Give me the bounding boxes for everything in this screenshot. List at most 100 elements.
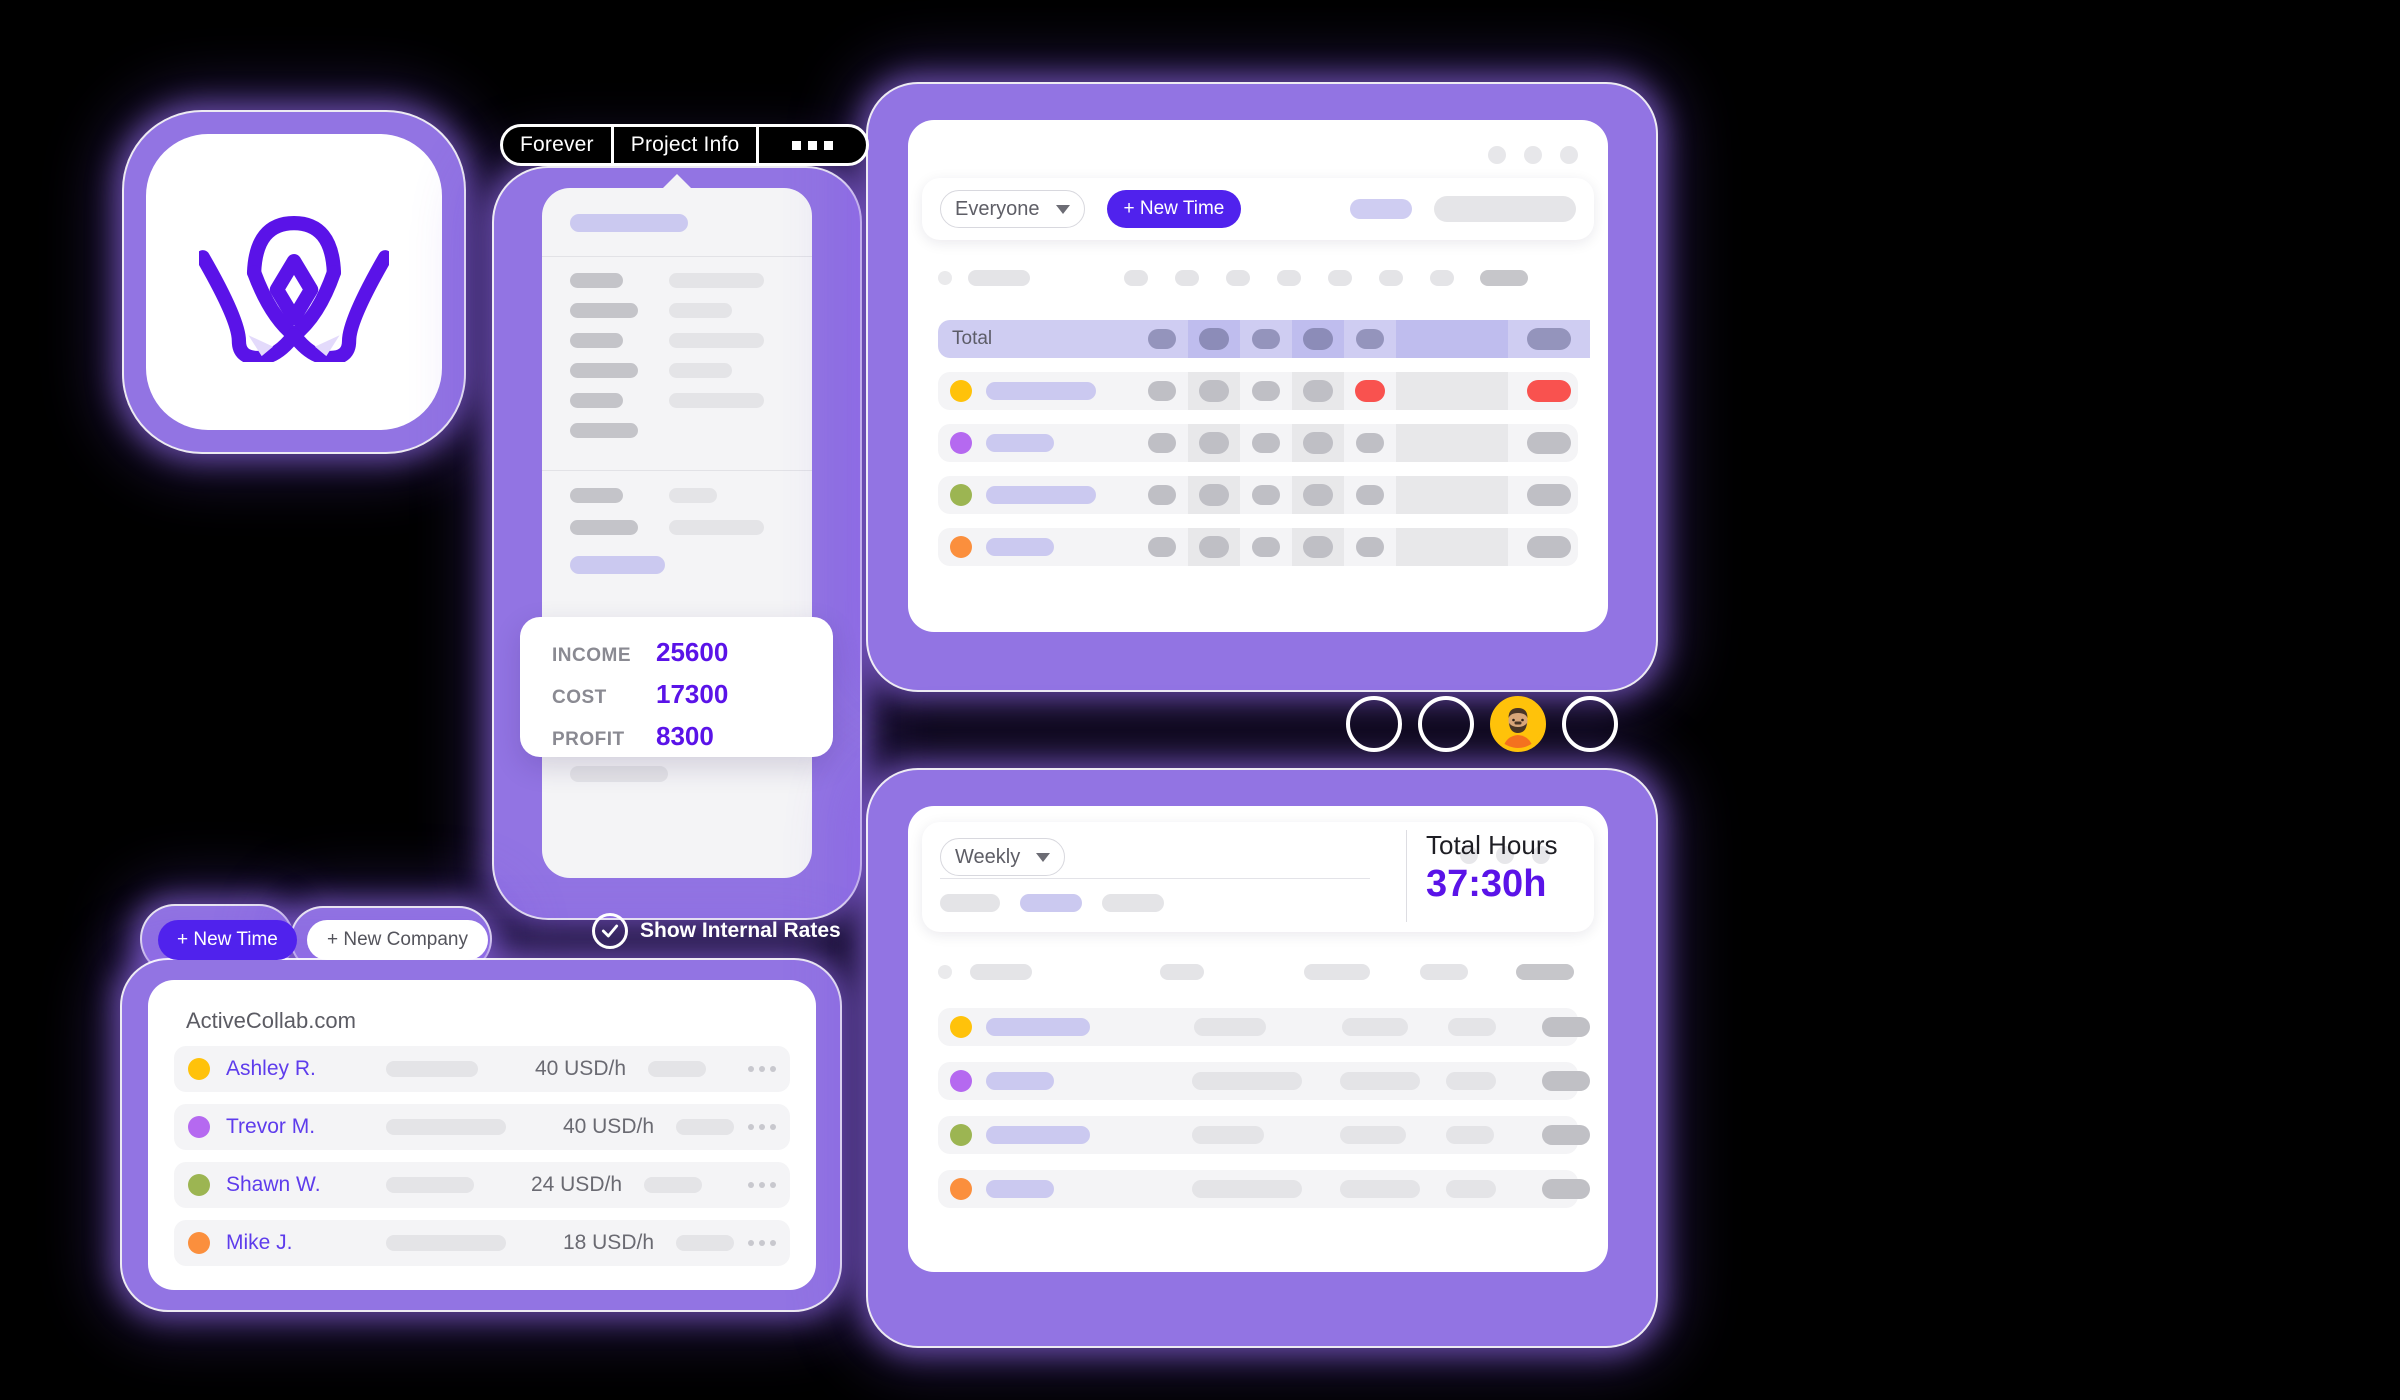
row-total-skeleton	[1542, 1179, 1590, 1199]
row-total-alert	[1527, 380, 1571, 402]
table-row[interactable]	[938, 1170, 1590, 1208]
screenshot-root: Forever Project Info INCOME 25600 COST 1…	[0, 0, 2400, 1400]
tab-skeleton-3[interactable]	[1102, 894, 1164, 912]
toolbar-rule	[940, 878, 1370, 879]
new-time-button[interactable]: + New Time	[1106, 190, 1242, 228]
field-label-skeleton	[570, 393, 623, 408]
person-name[interactable]: Trevor M.	[226, 1115, 386, 1139]
financial-row: COST 17300	[552, 679, 833, 710]
tab-skeleton-1[interactable]	[940, 894, 1000, 912]
row-total-skeleton	[1542, 1017, 1590, 1037]
row-cell-skeleton	[1446, 1180, 1496, 1198]
table-row[interactable]	[938, 424, 1578, 462]
table-row[interactable]	[938, 476, 1578, 514]
header-col-skeleton	[1379, 270, 1403, 286]
row-cell-skeleton	[1340, 1072, 1420, 1090]
project-info-notch	[655, 174, 699, 196]
check-circle-icon	[592, 913, 628, 949]
avatar[interactable]	[1562, 696, 1618, 752]
new-time-button[interactable]: + New Time	[158, 920, 297, 960]
row-cell-skeleton	[1342, 1018, 1408, 1036]
person-rate: 40 USD/h	[562, 1115, 654, 1138]
everyone-filter-label: Everyone	[955, 197, 1040, 220]
total-hours-value: 37:30h	[1426, 863, 1547, 905]
field-value-skeleton	[669, 393, 764, 408]
context-tooltip-bar[interactable]: Forever Project Info	[500, 124, 870, 166]
financial-row: PROFIT 8300	[552, 721, 833, 752]
person-role-skeleton	[386, 1061, 478, 1077]
ellipsis-icon[interactable]	[748, 1124, 776, 1130]
weekly-entries-table	[922, 996, 1594, 1258]
ellipsis-icon[interactable]	[748, 1182, 776, 1188]
header-dot-skeleton	[938, 271, 952, 285]
row-cell-skeleton	[1192, 1126, 1264, 1144]
everyone-filter-dropdown[interactable]: Everyone	[940, 190, 1085, 228]
row-color-dot	[950, 1124, 972, 1146]
field-value-skeleton	[669, 520, 764, 535]
cost-label: COST	[552, 687, 607, 708]
list-item[interactable]: Shawn W. 24 USD/h	[174, 1162, 790, 1208]
header-col-skeleton	[1124, 270, 1148, 286]
time-window-toolbar: Everyone + New Time	[922, 178, 1594, 240]
tooltip-more-button[interactable]	[756, 127, 866, 163]
field-label-skeleton	[570, 363, 638, 378]
list-item[interactable]: Mike J. 18 USD/h	[174, 1220, 790, 1266]
weekly-timesheet-window: Weekly Total Hours 37:30h	[908, 806, 1608, 1272]
header-col-skeleton	[1420, 964, 1468, 980]
list-item[interactable]: Trevor M. 40 USD/h	[174, 1104, 790, 1150]
weekly-filter-dropdown[interactable]: Weekly	[940, 838, 1066, 876]
person-role-skeleton	[386, 1235, 506, 1251]
tooltip-segment-forever[interactable]: Forever	[503, 127, 611, 163]
row-cell-skeleton	[1446, 1126, 1494, 1144]
table-row[interactable]	[938, 1116, 1590, 1154]
ellipsis-icon[interactable]	[748, 1240, 776, 1246]
person-name[interactable]: Mike J.	[226, 1231, 386, 1255]
financial-row: INCOME 25600	[552, 637, 833, 668]
list-item[interactable]: Ashley R. 40 USD/h	[174, 1046, 790, 1092]
avatar[interactable]	[1346, 696, 1402, 752]
row-color-dot	[950, 1070, 972, 1092]
avatar[interactable]	[1418, 696, 1474, 752]
tab-skeleton-active[interactable]	[1020, 894, 1082, 912]
avatar-active[interactable]	[1490, 696, 1546, 752]
table-row[interactable]	[938, 528, 1578, 566]
new-company-button[interactable]: + New Company	[307, 920, 488, 960]
person-role-skeleton	[386, 1119, 506, 1135]
people-rates-panel: ActiveCollab.com Ashley R. 40 USD/h Trev…	[148, 980, 816, 1290]
project-financials-card: INCOME 25600 COST 17300 PROFIT 8300	[520, 617, 833, 757]
app-logo-tile	[146, 134, 442, 430]
company-name-label: ActiveCollab.com	[186, 1008, 356, 1033]
window-controls-icon[interactable]	[1488, 146, 1578, 164]
person-rate: 24 USD/h	[530, 1173, 622, 1196]
field-value-skeleton	[669, 303, 732, 318]
header-name-skeleton	[970, 964, 1032, 980]
table-row[interactable]	[938, 372, 1578, 410]
time-entries-table: Total	[922, 308, 1594, 616]
row-name-skeleton	[986, 1018, 1090, 1036]
row-cell-skeleton	[1340, 1180, 1420, 1198]
chevron-down-icon	[1036, 852, 1051, 862]
table-row[interactable]	[938, 1008, 1590, 1046]
show-internal-rates-toggle[interactable]: Show Internal Rates	[592, 913, 841, 949]
weekly-filter-label: Weekly	[955, 845, 1021, 868]
person-color-dot	[188, 1232, 210, 1254]
person-name[interactable]: Ashley R.	[226, 1057, 386, 1081]
row-cell-skeleton	[1448, 1018, 1496, 1036]
tooltip-segment-project-info[interactable]: Project Info	[610, 127, 757, 163]
header-col-skeleton	[1175, 270, 1199, 286]
income-value: 25600	[656, 637, 729, 667]
person-name[interactable]: Shawn W.	[226, 1173, 386, 1197]
field-value-skeleton	[669, 363, 732, 378]
header-col-skeleton	[1430, 270, 1454, 286]
ellipsis-icon[interactable]	[748, 1066, 776, 1072]
row-total-skeleton	[1542, 1071, 1590, 1091]
project-info-panel	[542, 188, 812, 878]
row-name-skeleton	[986, 1072, 1054, 1090]
toolbar-skeleton-search	[1434, 196, 1576, 222]
table-row[interactable]	[938, 1062, 1590, 1100]
field-value-skeleton	[669, 273, 764, 288]
user-avatar-bearded	[1494, 700, 1542, 748]
row-name-skeleton	[986, 382, 1096, 400]
row-name-skeleton	[986, 538, 1054, 556]
profit-label: PROFIT	[552, 729, 625, 750]
